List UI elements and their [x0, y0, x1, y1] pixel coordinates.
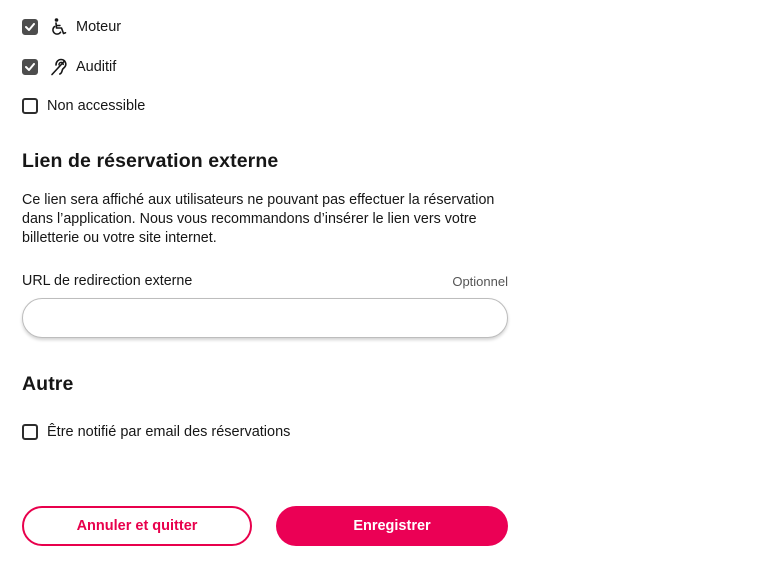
save-button[interactable]: Enregistrer: [276, 506, 508, 546]
hearing-checkbox[interactable]: [22, 59, 38, 75]
hearing-label: Auditif: [76, 59, 117, 75]
motor-label: Moteur: [76, 19, 122, 35]
non-accessible-label: Non accessible: [47, 98, 146, 114]
accessibility-option-motor[interactable]: Moteur: [22, 17, 121, 37]
non-accessible-checkbox[interactable]: [22, 98, 38, 114]
external-url-input[interactable]: [22, 298, 508, 338]
external-booking-heading: Lien de réservation externe: [22, 150, 279, 172]
accessibility-option-none[interactable]: Non accessible: [22, 96, 145, 116]
wheelchair-icon: [50, 18, 68, 36]
optional-tag: Optionnel: [452, 274, 508, 289]
external-booking-description: Ce lien sera affiché aux utilisateurs ne…: [22, 192, 495, 246]
url-field-label: URL de redirection externe: [22, 273, 193, 289]
cancel-and-quit-button[interactable]: Annuler et quitter: [22, 506, 252, 546]
notify-checkbox[interactable]: [22, 424, 38, 440]
accessibility-option-hearing[interactable]: Auditif: [22, 57, 116, 77]
motor-checkbox[interactable]: [22, 19, 38, 35]
notify-label: Être notifié par email des réservations: [47, 424, 291, 440]
checkmark-icon: [25, 63, 35, 71]
notify-option[interactable]: Être notifié par email des réservations: [22, 422, 290, 442]
checkmark-icon: [25, 23, 35, 31]
hearing-impaired-icon: [50, 58, 68, 76]
other-heading: Autre: [22, 373, 74, 395]
